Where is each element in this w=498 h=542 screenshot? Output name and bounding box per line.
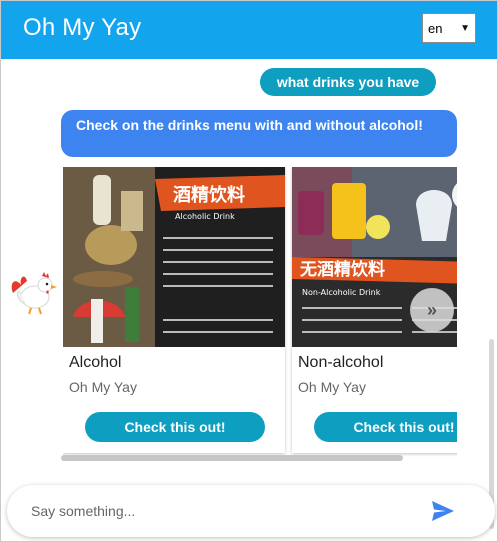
message-composer (7, 485, 495, 537)
image-title-en: Non-Alcoholic Drink (302, 288, 381, 297)
check-out-button[interactable]: Check this out! (314, 412, 457, 442)
carousel-scrollbar[interactable] (61, 455, 403, 461)
message-input[interactable] (31, 501, 411, 521)
card-alcohol: 酒精饮料 Alcoholic Drink Alcohol Oh My Yay C… (63, 167, 285, 453)
card-title: Alcohol (69, 354, 122, 371)
send-icon[interactable] (429, 498, 457, 524)
card-title: Non-alcohol (298, 354, 384, 371)
card-carousel[interactable]: 酒精饮料 Alcoholic Drink Alcohol Oh My Yay C… (63, 167, 457, 457)
bot-message: Check on the drinks menu with and withou… (61, 110, 457, 157)
alcohol-menu-image: 酒精饮料 Alcoholic Drink (63, 167, 285, 347)
rooster-avatar-icon (7, 263, 59, 315)
image-title-en: Alcoholic Drink (175, 212, 235, 221)
header: Oh My Yay en ▼ (1, 1, 497, 59)
card-subtitle: Oh My Yay (298, 379, 366, 395)
language-select[interactable]: en ▼ (422, 13, 476, 43)
image-title-cn: 酒精饮料 (173, 184, 245, 206)
card-subtitle: Oh My Yay (69, 379, 137, 395)
check-out-button[interactable]: Check this out! (85, 412, 265, 442)
language-value: en (428, 20, 443, 36)
user-message: what drinks you have (260, 68, 436, 96)
chat-widget: Oh My Yay en ▼ what drinks you have Chec… (0, 0, 498, 542)
chat-area[interactable]: what drinks you have Check on the drinks… (1, 59, 497, 529)
carousel-next-icon[interactable]: » (410, 288, 454, 332)
app-title: Oh My Yay (23, 14, 142, 41)
dropdown-caret-icon: ▼ (460, 23, 470, 34)
image-title-cn: 无酒精饮料 (299, 259, 385, 280)
